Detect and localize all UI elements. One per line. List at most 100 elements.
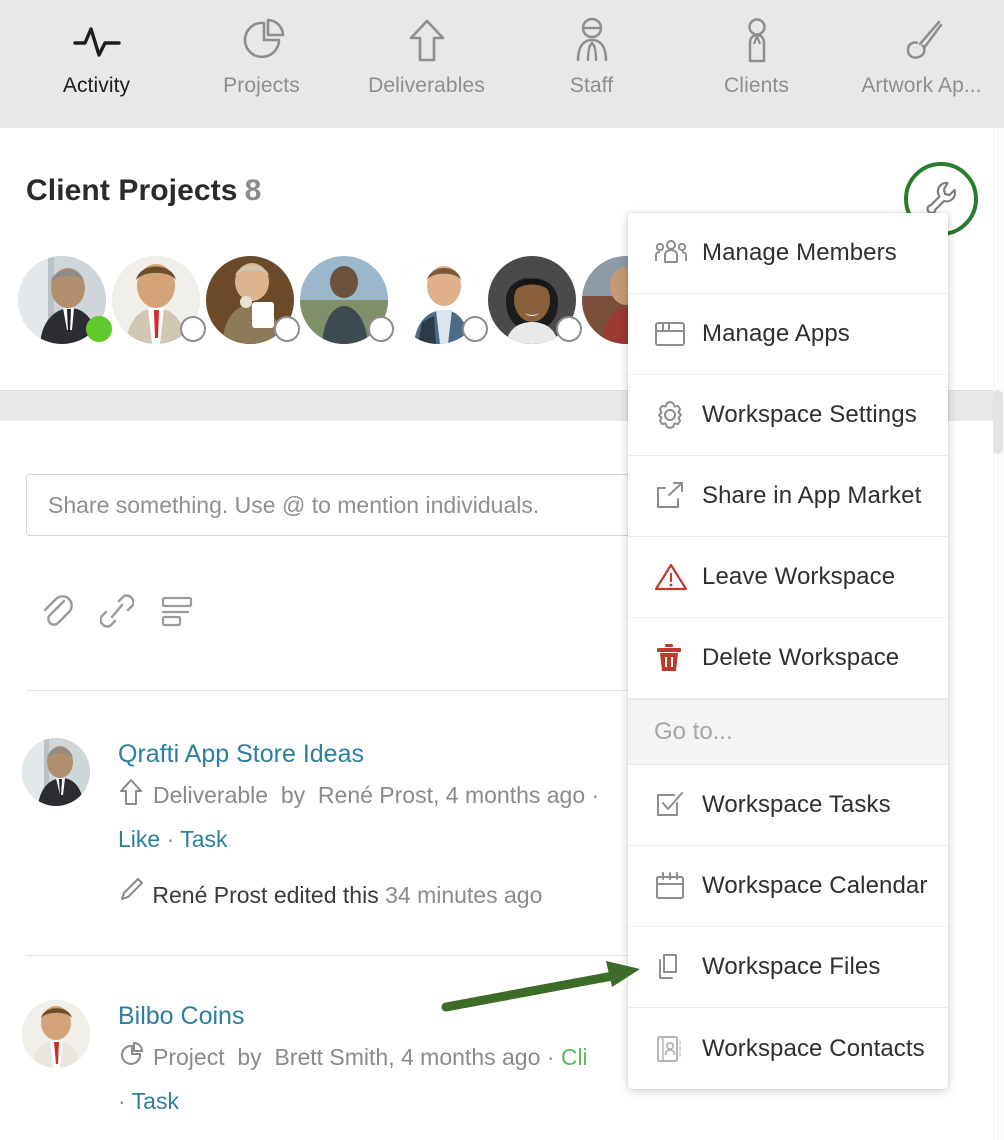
menu-item-label: Leave Workspace <box>702 563 896 590</box>
menu-item-label: Workspace Tasks <box>702 791 891 818</box>
pencil-icon <box>118 878 152 908</box>
nav-label: Staff <box>569 74 614 97</box>
pie-chart-icon <box>238 16 286 66</box>
feed-item-author: René Prost, <box>317 782 440 808</box>
feed-item-meta: Deliverable by René Prost, 4 months ago … <box>118 774 658 820</box>
menu-item-delete-workspace[interactable]: Delete Workspace <box>628 618 948 699</box>
member-avatar-item[interactable] <box>18 256 112 344</box>
up-arrow-icon <box>407 16 447 66</box>
menu-item-manage-members[interactable]: Manage Members <box>628 213 948 294</box>
menu-item-label: Workspace Files <box>702 953 881 980</box>
files-copy-icon <box>654 952 702 982</box>
menu-section-header-label: Go to... <box>654 718 733 745</box>
feed-item-title[interactable]: Qrafti App Store Ideas <box>118 734 658 774</box>
menu-item-label: Workspace Contacts <box>702 1034 925 1062</box>
status-dot-online <box>86 316 112 342</box>
menu-item-label: Share in App Market <box>702 482 922 509</box>
nav-label: Clients <box>724 74 789 97</box>
scrollbar-thumb[interactable] <box>993 390 1003 454</box>
page-title: Client Projects 8 <box>26 174 261 208</box>
trash-icon <box>654 642 702 674</box>
nav-item-artwork-approvals[interactable]: Artwork Ap... <box>839 0 1004 128</box>
menu-item-leave-workspace[interactable]: Leave Workspace <box>628 537 948 618</box>
status-dot-offline <box>274 316 300 342</box>
feed-item-type: Project <box>153 1044 225 1070</box>
text-format-icon[interactable] <box>160 594 194 633</box>
person-client-icon <box>737 16 777 66</box>
top-navigation-bar: Activity Projects Deliverables Staff Cli… <box>0 0 1004 128</box>
nav-item-staff[interactable]: Staff <box>509 0 674 128</box>
feed-item-body: Bilbo Coins Project by Brett Smith, 4 mo… <box>118 996 658 1120</box>
menu-item-label: Delete Workspace <box>702 644 900 671</box>
composer-toolbar <box>40 593 194 634</box>
pie-chart-icon <box>118 1040 144 1082</box>
member-avatar-item[interactable] <box>394 256 488 344</box>
by-word: by <box>237 1044 262 1070</box>
link-icon[interactable] <box>99 593 135 634</box>
status-dot-offline <box>556 316 582 342</box>
attachment-icon[interactable] <box>40 593 74 634</box>
menu-item-workspace-settings[interactable]: Workspace Settings <box>628 375 948 456</box>
checkbox-task-icon <box>654 790 702 820</box>
member-avatar-item[interactable] <box>112 256 206 344</box>
feed-item-author: Brett Smith, <box>274 1044 395 1070</box>
feed-item-title[interactable]: Bilbo Coins <box>118 996 658 1036</box>
task-action[interactable]: Task <box>180 826 227 852</box>
paintbrush-icon <box>898 16 946 66</box>
nav-label: Activity <box>62 74 131 97</box>
member-avatar-item[interactable] <box>488 256 582 344</box>
member-avatar-item[interactable] <box>206 256 300 344</box>
menu-item-workspace-tasks[interactable]: Workspace Tasks <box>628 765 948 846</box>
person-staff-icon <box>569 16 615 66</box>
people-group-icon <box>654 238 702 268</box>
menu-item-workspace-files[interactable]: Workspace Files <box>628 927 948 1008</box>
workspace-settings-dropdown: Manage Members Manage Apps Workspace Set… <box>628 213 948 1089</box>
app-root: Activity Projects Deliverables Staff Cli… <box>0 0 1004 1140</box>
member-avatar-item[interactable] <box>300 256 394 344</box>
status-dot-offline <box>368 316 394 342</box>
menu-item-label: Manage Members <box>702 239 897 266</box>
browser-window-icon <box>654 320 702 348</box>
menu-item-manage-apps[interactable]: Manage Apps <box>628 294 948 375</box>
meta-separator: · <box>546 1044 555 1070</box>
nav-label: Artwork Ap... <box>861 74 982 97</box>
feed-item-actions: Like · Task <box>118 820 658 858</box>
menu-section-header-goto: Go to... <box>628 699 948 765</box>
nav-item-clients[interactable]: Clients <box>674 0 839 128</box>
nav-item-activity[interactable]: Activity <box>14 0 179 128</box>
share-export-icon <box>654 481 702 511</box>
menu-item-workspace-contacts[interactable]: Workspace Contacts <box>628 1008 948 1089</box>
feed-item-meta: Project by Brett Smith, 4 months ago · C… <box>118 1036 658 1082</box>
menu-item-share-in-app-market[interactable]: Share in App Market <box>628 456 948 537</box>
like-action[interactable]: Like <box>118 826 160 852</box>
avatar[interactable] <box>22 1000 90 1068</box>
pulse-icon <box>71 16 123 66</box>
status-dot-offline <box>462 316 488 342</box>
action-separator: · <box>118 1088 126 1114</box>
feed-item-time: 4 months ago <box>401 1044 541 1070</box>
up-arrow-icon <box>118 777 144 820</box>
calendar-icon <box>654 871 702 901</box>
avatar[interactable] <box>22 738 90 806</box>
scrollbar-track[interactable] <box>993 128 1004 1140</box>
feed-item-workspace-link[interactable]: Cli <box>561 1044 588 1070</box>
task-action[interactable]: Task <box>132 1088 179 1114</box>
action-separator: · <box>166 826 175 852</box>
status-dot-offline <box>180 316 206 342</box>
nav-label: Deliverables <box>368 74 485 97</box>
page-title-text: Client Projects <box>26 174 238 207</box>
menu-item-label: Workspace Calendar <box>702 872 928 899</box>
menu-item-label: Workspace Settings <box>702 401 917 428</box>
edit-time: 34 minutes ago <box>385 882 543 908</box>
nav-item-projects[interactable]: Projects <box>179 0 344 128</box>
share-input-placeholder: Share something. Use @ to mention indivi… <box>48 491 540 518</box>
by-word: by <box>280 782 306 808</box>
menu-item-label: Manage Apps <box>702 320 850 347</box>
member-count: 8 <box>244 174 262 207</box>
nav-item-deliverables[interactable]: Deliverables <box>344 0 509 128</box>
edit-verb: edited this <box>273 882 379 908</box>
nav-label: Projects <box>223 74 300 97</box>
feed-item-body: Qrafti App Store Ideas Deliverable by Re… <box>118 734 658 916</box>
feed-item-actions: · Task <box>118 1082 658 1120</box>
menu-item-workspace-calendar[interactable]: Workspace Calendar <box>628 846 948 927</box>
